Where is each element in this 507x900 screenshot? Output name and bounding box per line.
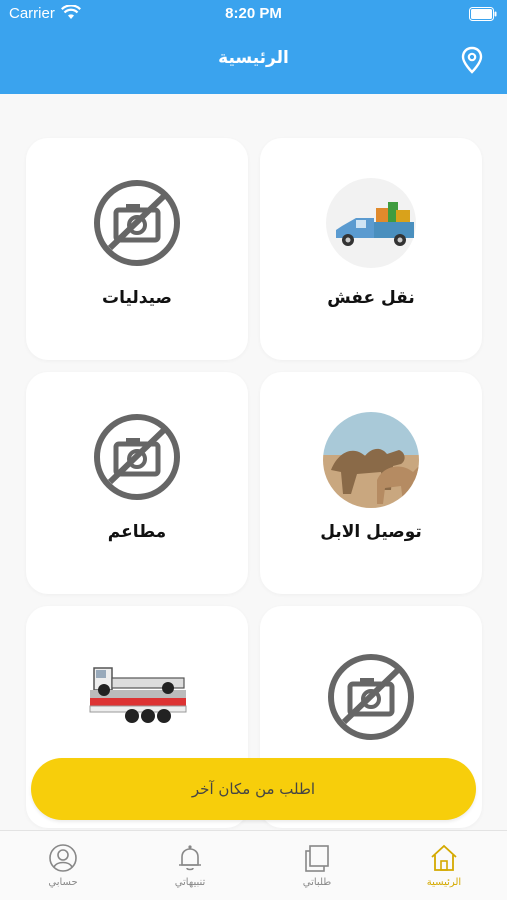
tab-label: حسابي — [48, 877, 78, 888]
furniture-truck-image — [326, 178, 416, 268]
tow-truck-image — [86, 660, 188, 740]
no-photo-icon — [92, 178, 182, 268]
tab-home[interactable]: الرئيسية — [381, 831, 507, 900]
service-label: مطاعم — [107, 522, 167, 542]
tab-label: طلباتي — [302, 877, 332, 888]
service-card-camels[interactable]: توصيل الابل — [260, 372, 482, 594]
service-card-furniture[interactable]: نقل عفش — [260, 138, 482, 360]
tab-orders[interactable]: طلباتي — [254, 831, 380, 900]
tab-profile[interactable]: حسابي — [0, 831, 126, 900]
bell-icon — [179, 845, 201, 871]
service-card-pharmacies[interactable]: صيدليات — [26, 138, 248, 360]
no-photo-icon — [92, 412, 182, 502]
camels-image — [321, 410, 421, 510]
page-title: الرئيسية — [218, 48, 289, 68]
profile-icon — [49, 844, 77, 872]
service-label: صيدليات — [102, 288, 172, 308]
no-photo-icon — [326, 652, 416, 742]
nav-bar: الرئيسية — [0, 28, 507, 94]
tab-label: الرئيسية — [426, 877, 462, 888]
tab-notifications[interactable]: تنبيهاتي — [127, 831, 253, 900]
services-grid: نقل عفش صيدليات توصيل الابل مطاعم — [0, 94, 507, 830]
status-bar: Carrier 8:20 PM — [0, 0, 507, 28]
clock: 8:20 PM — [225, 5, 282, 22]
service-card-restaurants[interactable]: مطاعم — [26, 372, 248, 594]
order-elsewhere-button[interactable]: اطلب من مكان آخر — [31, 758, 476, 820]
location-pin-icon[interactable] — [460, 46, 484, 78]
tab-label: تنبيهاتي — [174, 877, 206, 888]
service-label: توصيل الابل — [320, 522, 422, 542]
service-label: نقل عفش — [327, 288, 415, 308]
orders-icon — [305, 845, 329, 872]
home-icon — [431, 844, 457, 871]
tab-bar: حسابي تنبيهاتي طلباتي الرئيسية — [0, 830, 507, 900]
battery-icon — [469, 7, 497, 25]
